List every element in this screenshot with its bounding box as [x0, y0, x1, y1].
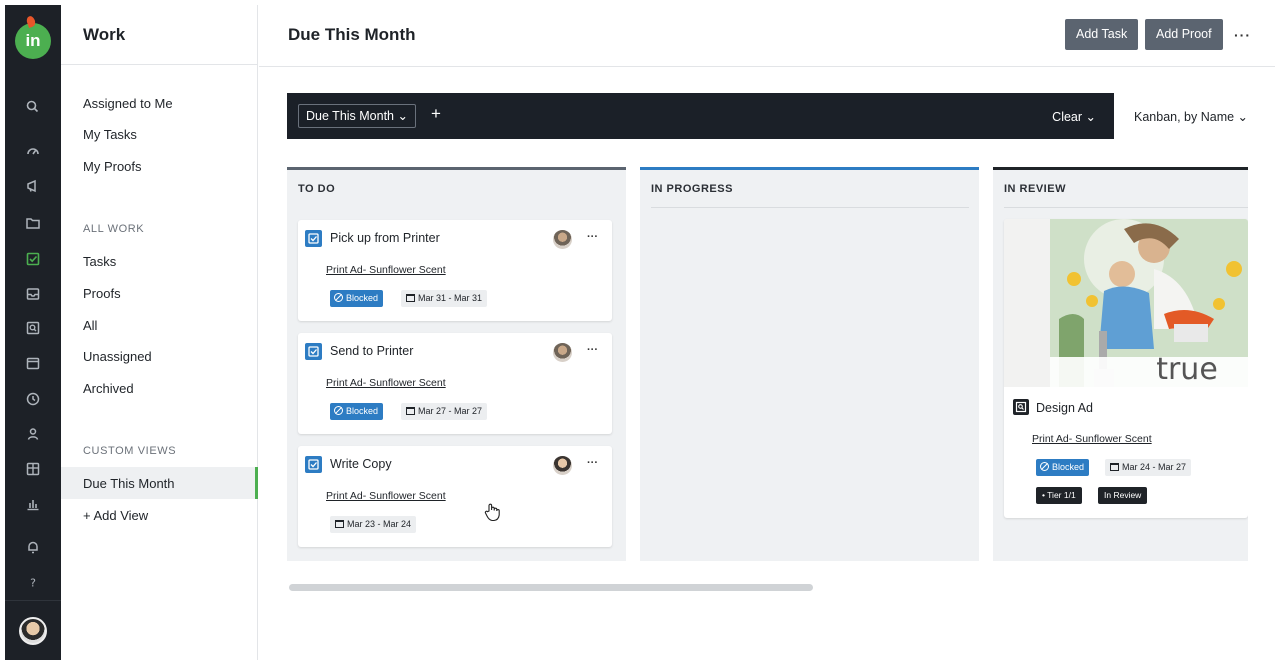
- status-badge: Blocked: [1036, 459, 1090, 476]
- task-card[interactable]: Write Copy ··· Print Ad- Sunflower Scent…: [298, 446, 612, 547]
- column-accent-bar: [993, 167, 1248, 170]
- date-range-badge: Mar 24 - Mar 27: [1105, 459, 1192, 476]
- clear-filters-button[interactable]: Clear ⌄: [1052, 109, 1096, 124]
- assignee-avatar[interactable]: [553, 230, 572, 249]
- card-more-icon[interactable]: ···: [587, 344, 598, 356]
- board-scrollbar[interactable]: [289, 584, 813, 591]
- calendar-icon: [335, 520, 344, 528]
- hand-cursor-icon: [483, 502, 501, 527]
- help-icon[interactable]: ?: [23, 572, 43, 592]
- calendar-icon: [406, 294, 415, 302]
- assignee-avatar[interactable]: [553, 456, 572, 475]
- time-icon[interactable]: [23, 389, 43, 409]
- section-all-work: ALL WORK: [83, 223, 145, 235]
- rail-divider: [5, 600, 61, 601]
- assignee-avatar[interactable]: [553, 343, 572, 362]
- date-range-badge: Mar 23 - Mar 24: [330, 516, 417, 533]
- column-title: IN PROGRESS: [651, 183, 733, 195]
- kanban-column-in-progress: IN PROGRESS: [640, 167, 979, 561]
- column-divider: [651, 207, 969, 208]
- sidebar-item-all[interactable]: All: [83, 318, 97, 333]
- status-badge: Blocked: [330, 290, 384, 307]
- calendar-icon: [1110, 463, 1119, 471]
- more-options-icon[interactable]: ···: [1234, 27, 1251, 43]
- notifications-icon[interactable]: [23, 537, 43, 557]
- sidebar-item-label: Due This Month: [83, 476, 175, 491]
- calendar-icon[interactable]: [23, 353, 43, 373]
- task-icon: [305, 456, 322, 473]
- folder-icon[interactable]: [23, 213, 43, 233]
- card-more-icon[interactable]: ···: [587, 457, 598, 469]
- dashboard-icon[interactable]: [23, 141, 43, 161]
- project-link[interactable]: Print Ad- Sunflower Scent: [1032, 433, 1152, 445]
- add-proof-button[interactable]: Add Proof: [1145, 19, 1223, 50]
- reports-icon[interactable]: [23, 494, 43, 514]
- page-header: Due This Month Add Task Add Proof ···: [259, 5, 1275, 67]
- column-title: TO DO: [298, 183, 336, 195]
- blocked-icon: [1040, 462, 1049, 471]
- column-title: IN REVIEW: [1004, 183, 1066, 195]
- review-status-badge: In Review: [1098, 487, 1148, 504]
- sidebar-title: Work: [61, 5, 257, 65]
- project-link[interactable]: Print Ad- Sunflower Scent: [326, 377, 446, 389]
- filter-due-this-month[interactable]: Due This Month ⌄: [298, 104, 416, 128]
- page-title: Due This Month: [288, 25, 416, 44]
- add-task-button[interactable]: Add Task: [1065, 19, 1139, 50]
- svg-text:?: ?: [30, 577, 36, 590]
- thumbnail-brand-text: true: [1156, 352, 1218, 387]
- filter-bar: Due This Month ⌄ + Clear ⌄: [287, 93, 1114, 139]
- work-sidebar: Work Assigned to Me My Tasks My Proofs A…: [61, 5, 258, 660]
- people-icon[interactable]: [23, 424, 43, 444]
- column-accent-bar: [287, 167, 626, 170]
- sidebar-item-archived[interactable]: Archived: [83, 381, 134, 396]
- sidebar-item-proofs[interactable]: Proofs: [83, 286, 121, 301]
- sidebar-item-my-tasks[interactable]: My Tasks: [83, 127, 137, 142]
- task-card[interactable]: Send to Printer ··· Print Ad- Sunflower …: [298, 333, 612, 434]
- status-badge: Blocked: [330, 403, 384, 420]
- tier-badge: • Tier 1/1: [1036, 487, 1082, 504]
- column-divider: [1004, 207, 1248, 208]
- sidebar-item-unassigned[interactable]: Unassigned: [83, 349, 152, 364]
- sidebar-item-my-proofs[interactable]: My Proofs: [83, 159, 142, 174]
- add-view-button[interactable]: + Add View: [83, 508, 148, 523]
- project-link[interactable]: Print Ad- Sunflower Scent: [326, 264, 446, 276]
- campaign-icon[interactable]: [23, 176, 43, 196]
- blocked-icon: [334, 293, 343, 302]
- user-avatar[interactable]: [19, 617, 47, 645]
- sidebar-item-assigned-to-me[interactable]: Assigned to Me: [83, 96, 173, 111]
- proof-title[interactable]: Design Ad: [1036, 401, 1093, 415]
- date-range-badge: Mar 27 - Mar 27: [401, 403, 488, 420]
- view-mode-select[interactable]: Kanban, by Name ⌄: [1134, 109, 1248, 124]
- column-accent-bar: [640, 167, 979, 170]
- section-custom-views: CUSTOM VIEWS: [83, 445, 177, 457]
- task-icon: [305, 343, 322, 360]
- sidebar-item-tasks[interactable]: Tasks: [83, 254, 116, 269]
- proof-thumbnail[interactable]: true: [1004, 219, 1248, 387]
- add-filter-button[interactable]: +: [431, 104, 441, 124]
- blocked-icon: [334, 406, 343, 415]
- project-link[interactable]: Print Ad- Sunflower Scent: [326, 490, 446, 502]
- card-more-icon[interactable]: ···: [587, 231, 598, 243]
- proof-card[interactable]: true Design Ad Print Ad- Sunflower Scent…: [1004, 219, 1248, 518]
- task-card[interactable]: Pick up from Printer ··· Print Ad- Sunfl…: [298, 220, 612, 321]
- search-icon[interactable]: [23, 97, 43, 117]
- task-title[interactable]: Pick up from Printer: [330, 231, 440, 245]
- proof-icon[interactable]: [23, 318, 43, 338]
- tasks-icon[interactable]: [23, 249, 43, 269]
- inbox-icon[interactable]: [23, 284, 43, 304]
- task-icon: [305, 230, 322, 247]
- task-title[interactable]: Write Copy: [330, 457, 392, 471]
- kanban-column-in-review: IN REVIEW true Design Ad Print Ad- Sunfl…: [993, 167, 1248, 561]
- date-range-badge: Mar 31 - Mar 31: [401, 290, 488, 307]
- app-rail: in ?: [5, 5, 61, 660]
- calendar-icon: [406, 407, 415, 415]
- layout-icon[interactable]: [23, 459, 43, 479]
- task-title[interactable]: Send to Printer: [330, 344, 413, 358]
- sidebar-item-due-this-month[interactable]: Due This Month: [61, 467, 258, 499]
- app-logo[interactable]: in: [15, 23, 51, 59]
- proof-icon: [1013, 399, 1029, 415]
- kanban-column-todo: TO DO Pick up from Printer ··· Print Ad-…: [287, 167, 626, 561]
